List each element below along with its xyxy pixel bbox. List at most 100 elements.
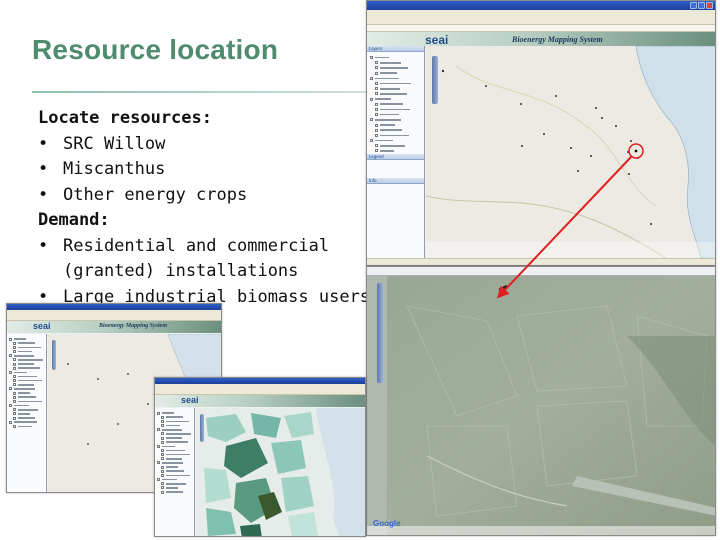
checkbox[interactable] (370, 97, 373, 101)
checkbox[interactable] (9, 404, 13, 408)
checkbox[interactable] (161, 465, 165, 469)
checkbox[interactable] (370, 139, 373, 143)
layer-label (166, 449, 185, 452)
map-view[interactable] (426, 46, 715, 258)
checkbox[interactable] (157, 478, 161, 482)
checkbox[interactable] (157, 411, 161, 415)
checkbox[interactable] (161, 419, 165, 423)
layer-tree-row[interactable] (161, 490, 194, 494)
checkbox[interactable] (13, 345, 17, 349)
layer-label (380, 61, 401, 64)
bullet-list: Locate resources: • SRC Willow • Miscanthu… (38, 106, 370, 310)
layer-label (380, 144, 405, 147)
close-icon[interactable] (706, 2, 713, 9)
layer-label (375, 56, 389, 59)
zoom-slider[interactable] (377, 283, 383, 383)
map-canvas (426, 46, 715, 258)
bullet-other-energy-crops: • Other energy crops (38, 184, 248, 205)
layer-label (380, 150, 394, 152)
zoom-slider[interactable] (432, 56, 438, 104)
checkbox[interactable] (375, 92, 378, 96)
checkbox[interactable] (370, 76, 373, 80)
checkbox[interactable] (13, 362, 17, 366)
checkbox[interactable] (157, 444, 161, 448)
checkbox[interactable] (375, 149, 378, 153)
browser-toolbar[interactable] (367, 17, 715, 25)
layer-label (18, 392, 31, 394)
checkbox[interactable] (375, 107, 378, 111)
resource-points (441, 69, 652, 225)
checkbox[interactable] (161, 469, 165, 473)
address-bar[interactable] (367, 25, 715, 32)
checkbox[interactable] (161, 415, 165, 419)
checkbox[interactable] (13, 408, 17, 412)
checkbox[interactable] (13, 379, 17, 383)
checkbox[interactable] (13, 366, 17, 370)
checkbox[interactable] (375, 87, 378, 91)
checkbox[interactable] (161, 448, 165, 452)
checkbox[interactable] (375, 128, 378, 132)
checkbox[interactable] (161, 436, 165, 440)
layer-label (380, 113, 399, 116)
checkbox[interactable] (13, 341, 17, 345)
zoom-slider[interactable] (200, 414, 204, 442)
checkbox[interactable] (161, 490, 165, 494)
checkbox[interactable] (161, 432, 165, 436)
checkbox[interactable] (161, 453, 165, 457)
checkbox[interactable] (13, 374, 17, 378)
satellite-canvas[interactable] (367, 276, 716, 536)
layer-label (14, 421, 37, 423)
checkbox[interactable] (13, 391, 17, 395)
layer-label (18, 413, 30, 415)
checkbox[interactable] (13, 412, 17, 416)
checkbox[interactable] (13, 350, 17, 354)
checkbox[interactable] (161, 473, 165, 477)
checkbox[interactable] (375, 61, 378, 65)
checkbox[interactable] (375, 113, 378, 117)
layer-label (18, 417, 36, 419)
checkbox[interactable] (370, 118, 373, 122)
bullet-residential-commercial: • Residential and commercial (granted) ins… (38, 235, 330, 282)
checkbox[interactable] (9, 370, 13, 374)
checkbox[interactable] (9, 387, 13, 391)
checkbox[interactable] (375, 133, 378, 137)
checkbox[interactable] (9, 337, 13, 341)
checkbox[interactable] (13, 399, 17, 403)
layer-label (14, 371, 28, 374)
checkbox[interactable] (375, 102, 378, 106)
layer-label (375, 119, 401, 121)
checkbox[interactable] (13, 416, 17, 420)
checkbox[interactable] (161, 486, 165, 490)
minimize-icon[interactable] (690, 2, 697, 9)
checkbox[interactable] (161, 457, 165, 461)
checkbox[interactable] (375, 82, 378, 86)
checkbox[interactable] (13, 358, 17, 362)
layer-label (18, 346, 41, 349)
checkbox[interactable] (161, 482, 165, 486)
checkbox[interactable] (9, 420, 13, 424)
checkbox[interactable] (13, 383, 17, 387)
checkbox[interactable] (13, 424, 17, 428)
layer-label (380, 82, 411, 85)
checkbox[interactable] (375, 123, 378, 127)
zoom-slider[interactable] (52, 340, 56, 370)
checkbox[interactable] (370, 56, 373, 60)
layer-label (375, 98, 391, 100)
checkbox[interactable] (375, 66, 378, 70)
checkbox[interactable] (161, 440, 165, 444)
layer-label (162, 462, 184, 464)
checkbox[interactable] (161, 424, 165, 428)
layer-label (18, 367, 40, 369)
checkbox[interactable] (375, 71, 378, 75)
checkbox[interactable] (157, 428, 161, 432)
checkbox[interactable] (157, 461, 161, 465)
checkbox[interactable] (9, 354, 13, 358)
satellite-toolbar[interactable] (367, 267, 715, 276)
menu-bar[interactable] (367, 10, 715, 17)
checkbox[interactable] (375, 144, 378, 148)
layer-tree-row[interactable] (13, 424, 46, 428)
checkbox[interactable] (13, 395, 17, 399)
maximize-icon[interactable] (698, 2, 705, 9)
map-view[interactable] (196, 408, 365, 536)
layer-tree-row[interactable] (375, 148, 424, 153)
